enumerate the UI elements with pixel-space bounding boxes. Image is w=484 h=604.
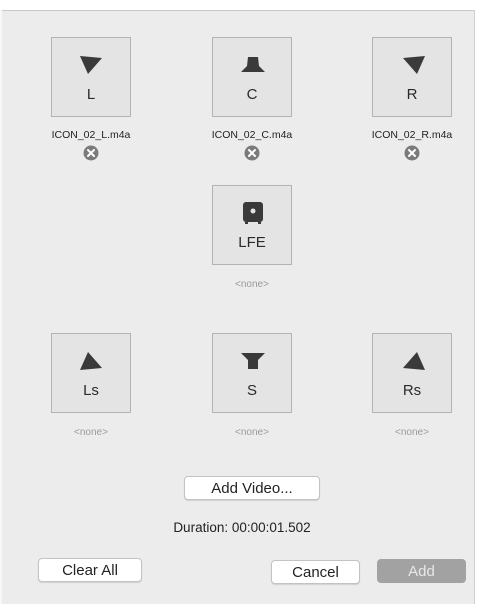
cancel-button[interactable]: Cancel — [271, 560, 360, 584]
channel-rs: Rs <none> — [352, 333, 472, 440]
channel-rs-tile[interactable]: Rs — [372, 333, 452, 413]
channel-c-tile[interactable]: C — [212, 37, 292, 117]
remove-c-file-icon[interactable] — [244, 145, 260, 161]
channel-s-file: <none> — [235, 427, 269, 438]
speaker-right-surround-icon — [403, 352, 425, 370]
channel-lfe-tile[interactable]: LFE — [212, 185, 292, 265]
channel-l: L ICON_02_L.m4a — [31, 37, 151, 161]
speaker-left-surround-icon — [80, 352, 102, 370]
channel-c-file: ICON_02_C.m4a — [211, 129, 293, 141]
channel-r-tile[interactable]: R — [372, 37, 452, 117]
channel-s-label: S — [246, 382, 257, 399]
window-left-edge — [0, 10, 2, 604]
remove-l-file-icon[interactable] — [83, 145, 99, 161]
channel-c: C ICON_02_C.m4a — [192, 37, 312, 161]
speaker-right-icon — [403, 56, 425, 74]
clear-all-button[interactable]: Clear All — [38, 558, 142, 582]
channel-s: S <none> — [192, 333, 312, 440]
add-button[interactable]: Add — [377, 559, 466, 583]
speaker-center-icon — [241, 57, 265, 72]
duration-readout: Duration: 00:00:01.502 — [173, 520, 311, 535]
channel-l-label: L — [86, 86, 96, 103]
channel-lfe-label: LFE — [238, 234, 266, 251]
channel-rs-file: <none> — [395, 427, 429, 438]
window-top-edge — [0, 0, 484, 11]
speaker-left-icon — [80, 56, 102, 74]
channel-lfe-file: <none> — [235, 279, 269, 290]
channel-lfe: LFE <none> — [192, 185, 312, 292]
channel-ls-label: Ls — [83, 382, 99, 399]
channel-c-label: C — [246, 86, 258, 103]
window-right-edge — [474, 10, 484, 604]
channel-ls-tile[interactable]: Ls — [51, 333, 131, 413]
channel-r-file: ICON_02_R.m4a — [371, 129, 453, 141]
channel-l-tile[interactable]: L — [51, 37, 131, 117]
channel-rs-label: Rs — [402, 382, 422, 399]
subwoofer-icon — [243, 202, 263, 224]
channel-r-label: R — [406, 86, 418, 103]
channel-r: R ICON_02_R.m4a — [352, 37, 472, 161]
speaker-surround-icon — [241, 353, 265, 369]
channel-s-tile[interactable]: S — [212, 333, 292, 413]
channel-ls-file: <none> — [74, 427, 108, 438]
channel-l-file: ICON_02_L.m4a — [51, 129, 131, 141]
add-video-button[interactable]: Add Video... — [184, 476, 320, 500]
remove-r-file-icon[interactable] — [404, 145, 420, 161]
channel-ls: Ls <none> — [31, 333, 151, 440]
